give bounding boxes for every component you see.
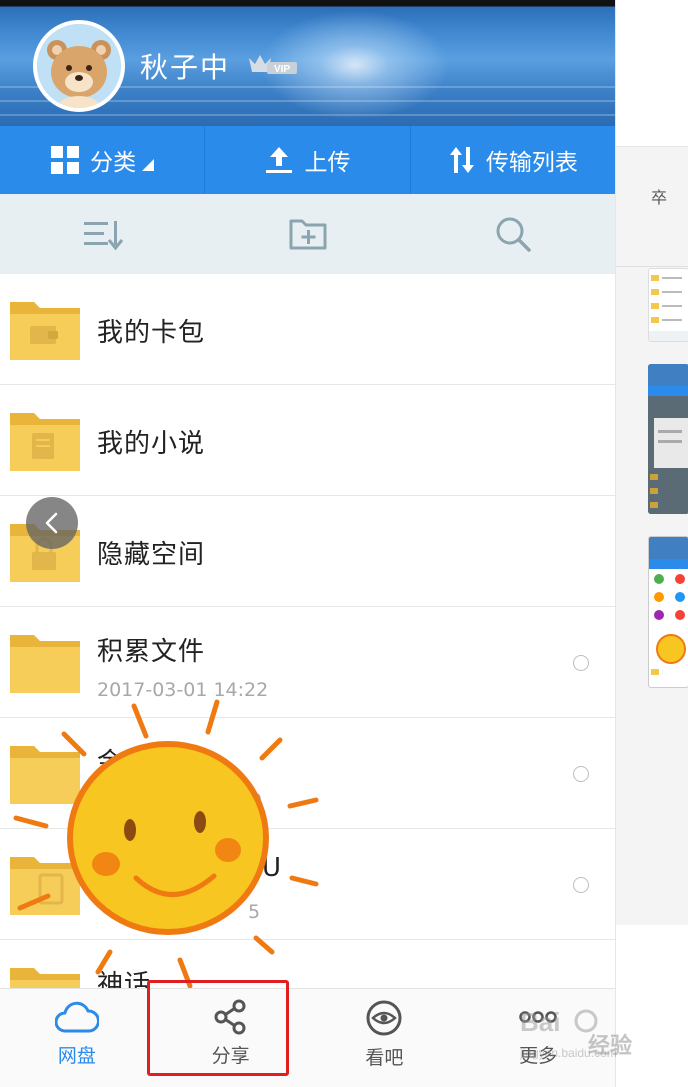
cloud-icon: [54, 1001, 99, 1033]
search-button[interactable]: [410, 194, 615, 274]
profile-banner: 秋子中 VIP: [0, 0, 615, 126]
nav-label: 看吧: [365, 1047, 404, 1069]
nav-item-netdisk[interactable]: 网盘: [0, 989, 154, 1087]
username: 秋子中: [140, 51, 231, 84]
book-folder-icon: [10, 413, 80, 471]
chevron-left-icon: [45, 512, 58, 534]
select-radio[interactable]: [573, 655, 589, 671]
transfer-arrows-icon: [449, 147, 474, 173]
recent-thumbnail[interactable]: [648, 536, 688, 688]
file-name: 我的卡包: [97, 318, 206, 348]
share-highlight-box: [147, 980, 289, 1076]
grid-icon: [51, 146, 80, 174]
phone-screen: 秋子中 VIP 分类 上传 传输列表 我的卡包 我的小说 隐藏空间 积累文件 2…: [0, 0, 615, 1087]
dropdown-triangle-icon: [142, 159, 155, 171]
transfer-label: 传输列表: [485, 150, 578, 176]
upload-label: 上传: [304, 150, 351, 176]
file-name: 隐藏空间: [97, 540, 206, 570]
wallet-folder-icon: [10, 302, 80, 360]
select-radio[interactable]: [573, 766, 589, 782]
recents-pin-label: 卒: [651, 188, 668, 207]
recents-panel: 卒: [615, 0, 688, 1087]
file-row-novel[interactable]: 我的小说: [0, 385, 615, 496]
file-row-wallet[interactable]: 我的卡包: [0, 274, 615, 385]
toolbar: 分类 上传 传输列表: [0, 126, 615, 194]
upload-icon: [266, 147, 293, 173]
search-icon: [496, 217, 531, 252]
recent-thumbnail[interactable]: [648, 364, 688, 514]
action-bar: [0, 194, 615, 274]
avatar[interactable]: [33, 20, 125, 112]
transfer-list-button[interactable]: 传输列表: [411, 126, 615, 194]
sort-list-icon: [83, 221, 123, 251]
file-name: 我的小说: [97, 429, 206, 459]
sun-doodle-sticker: [13, 699, 319, 989]
upload-button[interactable]: 上传: [205, 126, 411, 194]
vip-badge: VIP: [247, 52, 299, 78]
svg-text:Bai: Bai: [520, 1007, 560, 1037]
nav-label: 网盘: [57, 1045, 96, 1067]
vip-label: VIP: [274, 64, 290, 75]
folder-icon: [10, 635, 80, 693]
file-row-hidden-space[interactable]: 隐藏空间: [0, 496, 615, 607]
category-label: 分类: [90, 150, 137, 176]
file-name: 积累文件: [97, 637, 206, 667]
recent-thumbnail[interactable]: [648, 268, 688, 342]
floating-back-button[interactable]: [26, 497, 78, 549]
new-folder-button[interactable]: [205, 194, 410, 274]
nav-item-watch[interactable]: 看吧: [308, 989, 462, 1087]
category-button[interactable]: 分类: [0, 126, 206, 194]
select-radio[interactable]: [573, 877, 589, 893]
sort-button[interactable]: [0, 194, 205, 274]
new-folder-icon: [289, 219, 326, 250]
eye-icon: [366, 1000, 402, 1036]
watermark-text: 经验: [588, 1034, 633, 1059]
